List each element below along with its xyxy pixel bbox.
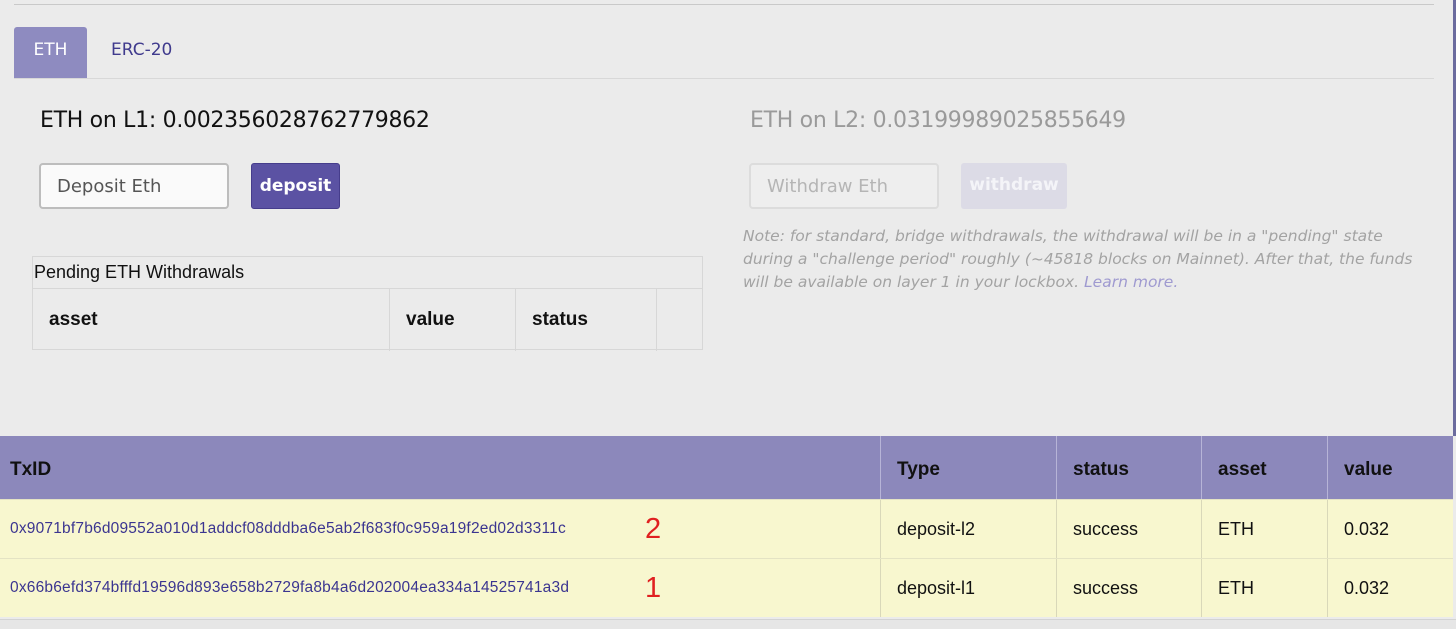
pending-col-actions — [657, 289, 703, 351]
value-cell: 0.032 — [1327, 500, 1453, 558]
learn-more-link[interactable]: Learn more. — [1084, 273, 1178, 291]
txid-cell: 0x66b6efd374bfffd19596d893e658b2729fa8b4… — [0, 559, 880, 617]
pending-withdrawals-title: Pending ETH Withdrawals — [34, 262, 245, 282]
pending-col-asset: asset — [33, 289, 390, 351]
col-txid: TxID — [10, 458, 52, 480]
pending-col-value: value — [390, 289, 516, 351]
withdrawal-note: Note: for standard, bridge withdrawals, … — [743, 225, 1433, 294]
col-asset: asset — [1201, 436, 1327, 499]
col-type: Type — [880, 436, 1056, 499]
pending-table-header: asset value status — [33, 288, 702, 351]
status-cell: success — [1056, 559, 1201, 617]
tab-eth[interactable]: ETH — [14, 27, 87, 78]
deposit-eth-input[interactable] — [39, 163, 229, 209]
type-cell: deposit-l2 — [880, 500, 1056, 558]
pending-col-status: status — [516, 289, 657, 351]
table-row: 0x9071bf7b6d09552a010d1addcf08dddba6e5ab… — [0, 499, 1453, 558]
col-value: value — [1327, 436, 1453, 499]
l1-balance: ETH on L1: 0.002356028762779862 — [40, 108, 430, 133]
tab-erc20[interactable]: ERC-20 — [111, 27, 172, 78]
top-divider — [14, 4, 1434, 5]
row-marker: 2 — [645, 512, 662, 545]
deposit-button[interactable]: deposit — [251, 163, 340, 209]
txid-cell: 0x9071bf7b6d09552a010d1addcf08dddba6e5ab… — [0, 500, 880, 558]
asset-tabs: ETH ERC-20 — [14, 27, 1434, 79]
transactions-header: TxID Type status asset value — [0, 436, 1453, 499]
row-marker: 1 — [645, 571, 662, 604]
col-status: status — [1056, 436, 1201, 499]
txid-link[interactable]: 0x9071bf7b6d09552a010d1addcf08dddba6e5ab… — [10, 520, 566, 538]
table-row: 0x66b6efd374bfffd19596d893e658b2729fa8b4… — [0, 558, 1453, 617]
withdraw-eth-input[interactable] — [749, 163, 939, 209]
status-cell: success — [1056, 500, 1201, 558]
l2-balance: ETH on L2: 0.03199989025855649 — [750, 108, 1126, 133]
value-cell: 0.032 — [1327, 559, 1453, 617]
asset-cell: ETH — [1201, 559, 1327, 617]
asset-cell: ETH — [1201, 500, 1327, 558]
withdrawal-note-text: Note: for standard, bridge withdrawals, … — [743, 227, 1413, 291]
txid-link[interactable]: 0x66b6efd374bfffd19596d893e658b2729fa8b4… — [10, 579, 569, 597]
type-cell: deposit-l1 — [880, 559, 1056, 617]
withdraw-button[interactable]: withdraw — [961, 163, 1067, 209]
